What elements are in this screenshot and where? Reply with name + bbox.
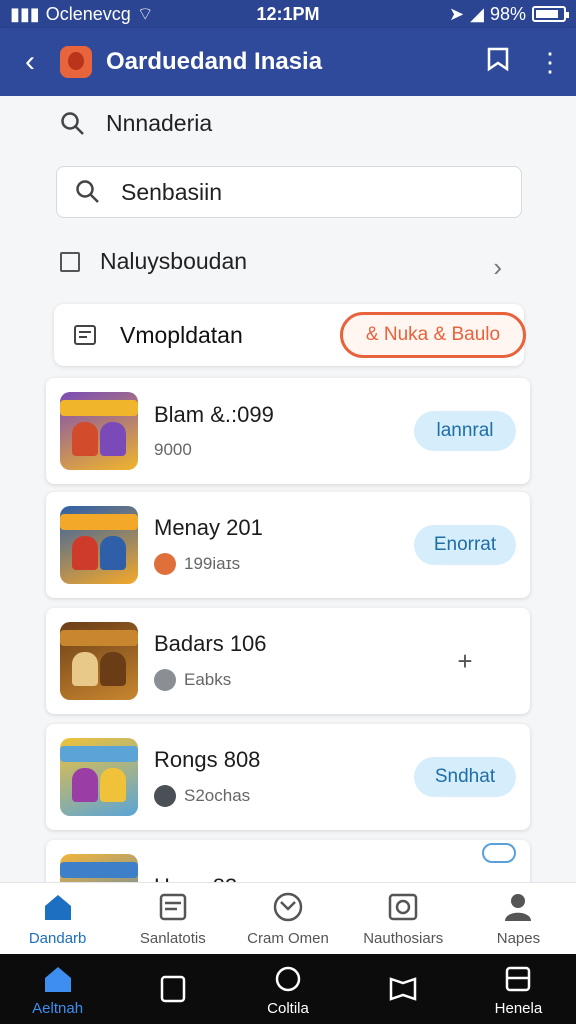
- filter-card[interactable]: Vmopldatan & Nuka & Baulo: [54, 304, 526, 366]
- game-action-button[interactable]: Enorrat: [414, 525, 516, 565]
- system-nav: Aeltnah Coltila Henela: [0, 954, 576, 1024]
- game-thumbnail: [60, 738, 138, 816]
- more-vertical-icon[interactable]: ⋮: [524, 47, 576, 78]
- game-meta: Eabks: [184, 670, 232, 689]
- carrier-name: Oclenevcg: [45, 3, 131, 24]
- system-nav-label: Henela: [494, 999, 543, 1017]
- bottom-nav-item[interactable]: Sanlatotis: [115, 883, 230, 954]
- game-card[interactable]: Blam &.:099 9000 lannral: [46, 378, 530, 484]
- system-nav-item[interactable]: Henela: [461, 954, 576, 1024]
- game-thumbnail: [60, 622, 138, 700]
- document-icon: [74, 325, 96, 345]
- badge-icon: [154, 669, 176, 691]
- system-nav-item[interactable]: [346, 954, 461, 1024]
- system-nav-item[interactable]: Aeltnah: [0, 954, 115, 1024]
- search-box[interactable]: [56, 166, 522, 218]
- game-action-button[interactable]: lannral: [414, 411, 516, 451]
- search-row[interactable]: Nnnaderia: [60, 110, 212, 137]
- bottom-nav-label: Nauthosiars: [363, 930, 444, 947]
- badge-icon: [154, 553, 176, 575]
- bottom-nav-label: Dandarb: [28, 930, 87, 947]
- badge-icon: [154, 785, 176, 807]
- signal-icon: ▮▮▮: [10, 3, 40, 24]
- search-icon: [76, 180, 99, 203]
- game-title: Blam &.:099: [154, 402, 274, 427]
- game-action-button[interactable]: [482, 843, 516, 863]
- app-logo: [60, 46, 92, 78]
- clock: 12:1PM: [256, 3, 320, 24]
- home-icon: [41, 890, 75, 924]
- back-arrow-icon[interactable]: ‹: [0, 45, 60, 79]
- game-subtitle: Eabks: [154, 669, 414, 691]
- battery-percent: 98%: [489, 3, 526, 24]
- circle-icon: [271, 962, 305, 996]
- game-card[interactable]: Rongs 808 S2ochas Sndhat: [46, 724, 530, 830]
- chevron-right-icon[interactable]: ›: [493, 252, 502, 283]
- filter-card-label: Vmopldatan: [120, 321, 243, 348]
- bookmark-icon[interactable]: [472, 45, 524, 80]
- game-thumbnail: [60, 392, 138, 470]
- signal-icon: ◢: [470, 3, 484, 24]
- checkbox-row[interactable]: Naluysboudan: [60, 248, 247, 275]
- calendar-icon: [156, 890, 190, 924]
- search-icon: [61, 111, 84, 135]
- bottom-nav: Dandarb Sanlatotis Cram Omen Nauthosiars Nap…: [0, 882, 576, 954]
- camera-icon: [386, 890, 420, 924]
- game-subtitle: 199iaɪs: [154, 553, 414, 575]
- book-icon: [386, 972, 420, 1006]
- main-content: Nnnaderia Naluysboudan › Vmopldatan & Nu…: [0, 96, 576, 882]
- game-card[interactable]: Badars 106 Eabks +: [46, 608, 530, 714]
- add-icon[interactable]: +: [414, 646, 516, 677]
- game-thumbnail: [60, 854, 138, 882]
- location-icon: ➤: [449, 3, 465, 24]
- game-subtitle: S2ochas: [154, 785, 414, 807]
- bottom-nav-label: Cram Omen: [247, 930, 329, 947]
- person-icon: [501, 890, 535, 924]
- checkbox-row-label: Naluysboudan: [100, 248, 248, 274]
- bottom-nav-item[interactable]: Nauthosiars: [346, 883, 461, 954]
- game-meta: 199iaɪs: [184, 554, 241, 573]
- page-title: Oarduedand Inasia: [106, 48, 323, 75]
- app-bar: ‹ Oarduedand Inasia ⋮: [0, 28, 576, 96]
- status-bar: ▮▮▮ Oclenevcg ⌔ 12:1PM ➤ ◢ 98%: [0, 0, 576, 28]
- system-nav-item[interactable]: [115, 954, 230, 1024]
- search-input[interactable]: [121, 178, 461, 206]
- game-title: Menay 201: [154, 515, 263, 540]
- game-title: Badars 106: [154, 631, 267, 656]
- bottom-nav-label: Napes: [496, 930, 541, 947]
- game-meta: 9000: [154, 440, 192, 459]
- game-meta: S2ochas: [184, 786, 251, 805]
- system-nav-label: Aeltnah: [32, 999, 84, 1017]
- game-card[interactable]: Hapo 83: [46, 840, 530, 882]
- game-title: Rongs 808: [154, 747, 261, 772]
- game-card[interactable]: Menay 201 199iaɪs Enorrat: [46, 492, 530, 598]
- bottom-nav-item[interactable]: Dandarb: [0, 883, 115, 954]
- system-nav-label: Coltila: [267, 999, 309, 1017]
- square-icon: [156, 972, 190, 1006]
- game-subtitle: 9000: [154, 440, 414, 460]
- checkbox-icon[interactable]: [60, 251, 80, 272]
- filter-badge-button[interactable]: & Nuka & Baulo: [340, 312, 526, 358]
- wifi-icon: ⌔: [136, 3, 154, 24]
- system-nav-item[interactable]: Coltila: [230, 954, 345, 1024]
- search-row-label: Nnnaderia: [106, 110, 213, 136]
- game-thumbnail: [60, 506, 138, 584]
- bottom-nav-item[interactable]: Napes: [461, 883, 576, 954]
- compass-icon: [271, 890, 305, 924]
- battery-icon: [532, 6, 569, 22]
- bottom-nav-label: Sanlatotis: [139, 930, 206, 947]
- home-icon: [41, 962, 75, 996]
- bottom-nav-item[interactable]: Cram Omen: [230, 883, 345, 954]
- game-action-button[interactable]: Sndhat: [414, 757, 516, 797]
- game-title: Hapo 83: [154, 874, 482, 882]
- tabs-icon: [501, 962, 535, 996]
